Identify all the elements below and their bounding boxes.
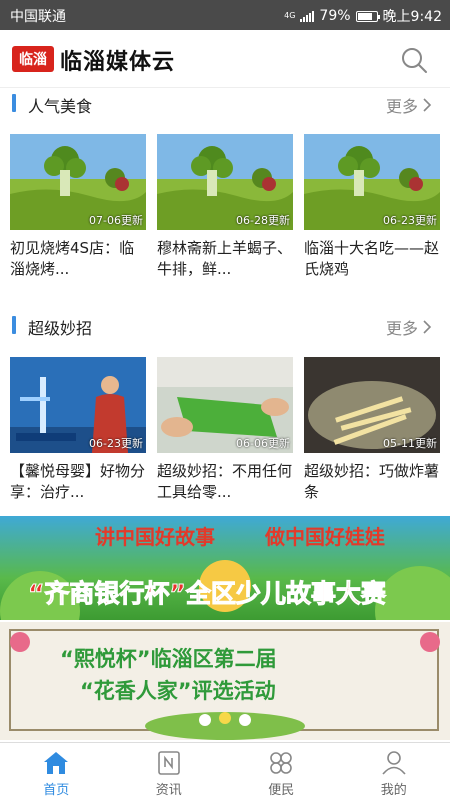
food-card-3[interactable]: 06-23更新 临淄十大名吃——赵氏烧鸡 — [304, 134, 440, 280]
section-title: 人气美食 — [28, 97, 93, 116]
tab-services[interactable]: 便民 — [225, 743, 338, 800]
tab-label: 便民 — [268, 783, 295, 798]
app-logo: 临淄 — [12, 46, 54, 72]
tips-card-1[interactable]: 06-23更新 【馨悦母婴】好物分享：治疗... — [10, 357, 146, 503]
food-card-1[interactable]: 07-06更新 初见烧烤4S店：临淄烧烤... — [10, 134, 146, 280]
update-date: 06-23更新 — [383, 214, 437, 227]
carrier-name: 中国联通 — [10, 9, 66, 25]
search-icon[interactable] — [400, 46, 428, 74]
food-card-2[interactable]: 06-28更新 穆林斋新上羊蝎子、牛排，鲜... — [157, 134, 293, 280]
status-bar: 中国联通 4G 79% 晚上9:42 — [0, 0, 450, 30]
more-link[interactable]: 更多 — [386, 315, 432, 339]
food-thumbnail: 07-06更新 — [10, 134, 146, 230]
status-indicators: 4G 79% 晚上9:42 — [284, 6, 442, 26]
section-header-tips: 超级妙招 更多 — [0, 310, 450, 340]
story-contest-banner[interactable]: 讲中国好故事 做中国好娃娃 “齐商银行杯”全区少儿故事大赛 — [0, 516, 450, 620]
card-caption: 超级妙招：不用任何工具给零... — [157, 462, 293, 501]
news-icon — [157, 751, 180, 775]
more-label: 更多 — [385, 319, 418, 338]
update-date: 06-06更新 — [236, 437, 290, 450]
card-caption: 临淄十大名吃——赵氏烧鸡 — [304, 239, 440, 278]
banner-artwork: 讲中国好故事 做中国好娃娃 “齐商银行杯”全区少儿故事大赛 — [0, 525, 450, 620]
tab-news[interactable]: 资讯 — [113, 743, 226, 800]
food-thumbnail: 06-23更新 — [304, 134, 440, 230]
chevron-right-icon — [423, 98, 432, 112]
signal-icon — [300, 10, 315, 22]
home-icon — [44, 752, 69, 774]
video-thumbnail: 06-06更新 — [157, 357, 293, 453]
card-caption: 穆林斋新上羊蝎子、牛排，鲜... — [157, 239, 293, 278]
tips-card-3[interactable]: 05-11更新 超级妙招：巧做炸薯条 — [304, 357, 440, 503]
tab-label: 首页 — [43, 783, 70, 798]
tips-card-2[interactable]: 06-06更新 超级妙招：不用任何工具给零... — [157, 357, 293, 503]
chevron-right-icon — [423, 320, 432, 334]
update-date: 06-23更新 — [89, 437, 143, 450]
section-accent-bar — [12, 94, 16, 112]
card-caption: 超级妙招：巧做炸薯条 — [304, 462, 440, 501]
section-title: 超级妙招 — [28, 319, 93, 338]
tab-profile[interactable]: 我的 — [338, 743, 450, 800]
tab-home[interactable]: 首页 — [0, 743, 113, 800]
video-thumbnail: 05-11更新 — [304, 357, 440, 453]
profile-icon — [382, 751, 406, 775]
banner-artwork: “熙悦杯”临淄区第二届 “花香人家”评选活动 — [9, 629, 440, 740]
battery-icon — [355, 10, 380, 22]
app-header: 临淄 临淄媒体云 — [0, 30, 450, 88]
flower-family-banner[interactable]: “熙悦杯”临淄区第二届 “花香人家”评选活动 — [0, 622, 450, 740]
bottom-tab-bar: 首页 资讯 便民 我的 — [0, 742, 450, 800]
banner2-line1: “熙悦杯”临淄区第二届 — [60, 647, 277, 671]
app-title: 临淄媒体云 — [60, 50, 176, 75]
section-header-food: 人气美食 更多 — [0, 88, 450, 118]
more-link[interactable]: 更多 — [386, 93, 432, 117]
tab-label: 资讯 — [155, 783, 182, 798]
network-type: 4G — [284, 11, 296, 20]
clock: 晚上9:42 — [382, 9, 442, 25]
card-caption: 初见烧烤4S店：临淄烧烤... — [10, 239, 135, 278]
food-thumbnail: 06-28更新 — [157, 134, 293, 230]
section-accent-bar — [12, 316, 16, 334]
update-date: 07-06更新 — [89, 214, 143, 227]
update-date: 05-11更新 — [383, 437, 437, 450]
video-thumbnail: 06-23更新 — [10, 357, 146, 453]
banner1-line2: “齐商银行杯”全区少儿故事大赛 — [28, 579, 387, 608]
services-icon — [270, 752, 293, 774]
battery-percent: 79% — [319, 8, 351, 24]
card-caption: 【馨悦母婴】好物分享：治疗... — [10, 462, 146, 501]
banner1-line1-left: 讲中国好故事 — [95, 525, 215, 549]
more-label: 更多 — [385, 97, 418, 116]
tab-label: 我的 — [380, 783, 407, 798]
banner2-line2: “花香人家”评选活动 — [80, 679, 276, 703]
update-date: 06-28更新 — [236, 214, 290, 227]
banner1-line1-right: 做中国好娃娃 — [264, 525, 385, 549]
